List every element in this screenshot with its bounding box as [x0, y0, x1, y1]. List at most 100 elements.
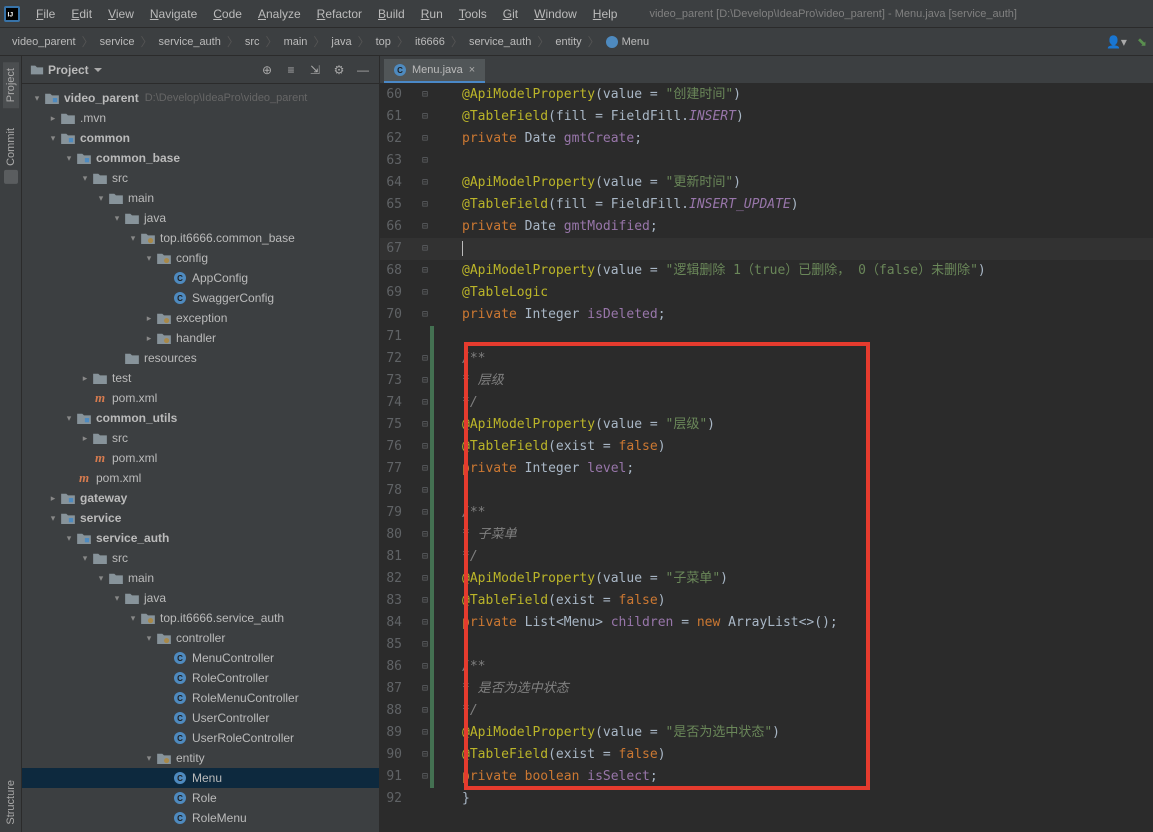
- tree-src[interactable]: ▸src: [22, 428, 379, 448]
- code-line[interactable]: 85⊟: [380, 634, 1153, 656]
- tree-main[interactable]: ▾main: [22, 568, 379, 588]
- tree-common_utils[interactable]: ▾common_utils: [22, 408, 379, 428]
- menu-run[interactable]: Run: [413, 3, 451, 25]
- tree-pom.xml[interactable]: mpom.xml: [22, 468, 379, 488]
- menu-help[interactable]: Help: [585, 3, 626, 25]
- code-line[interactable]: 86⊟ /**: [380, 656, 1153, 678]
- menu-window[interactable]: Window: [526, 3, 585, 25]
- tree-arrow[interactable]: ▾: [62, 533, 76, 544]
- expand-all-icon[interactable]: ≡: [283, 62, 299, 78]
- tree-arrow[interactable]: ▸: [46, 493, 60, 504]
- tree-top.it6666.common_base[interactable]: ▾top.it6666.common_base: [22, 228, 379, 248]
- hide-icon[interactable]: —: [355, 62, 371, 78]
- tree-arrow[interactable]: ▾: [46, 513, 60, 524]
- code-line[interactable]: 91⊟ private boolean isSelect;: [380, 766, 1153, 788]
- close-icon[interactable]: ×: [469, 64, 475, 76]
- tree-arrow[interactable]: ▸: [142, 313, 156, 324]
- code-line[interactable]: 76⊟ @TableField(exist = false): [380, 436, 1153, 458]
- rail-tab-structure[interactable]: Structure: [5, 780, 17, 825]
- tree-SwaggerConfig[interactable]: CSwaggerConfig: [22, 288, 379, 308]
- tree-arrow[interactable]: ▾: [110, 213, 124, 224]
- crumb-src[interactable]: src: [239, 36, 266, 48]
- code-line[interactable]: 67⊟: [380, 238, 1153, 260]
- tree-handler[interactable]: ▸handler: [22, 328, 379, 348]
- code-line[interactable]: 79⊟ /**: [380, 502, 1153, 524]
- tree-arrow[interactable]: ▾: [142, 753, 156, 764]
- menu-build[interactable]: Build: [370, 3, 413, 25]
- code-line[interactable]: 87⊟ * 是否为选中状态: [380, 678, 1153, 700]
- code-line[interactable]: 77⊟ private Integer level;: [380, 458, 1153, 480]
- menu-git[interactable]: Git: [495, 3, 526, 25]
- tree-top.it6666.service_auth[interactable]: ▾top.it6666.service_auth: [22, 608, 379, 628]
- tab-menu-java[interactable]: C Menu.java ×: [384, 59, 485, 83]
- code-line[interactable]: 73⊟ * 层级: [380, 370, 1153, 392]
- code-line[interactable]: 83⊟ @TableField(exist = false): [380, 590, 1153, 612]
- tree-UserRoleController[interactable]: CUserRoleController: [22, 728, 379, 748]
- code-line[interactable]: 90⊟ @TableField(exist = false): [380, 744, 1153, 766]
- crumb-it6666[interactable]: it6666: [409, 36, 451, 48]
- code-line[interactable]: 78⊟: [380, 480, 1153, 502]
- tree-RoleController[interactable]: CRoleController: [22, 668, 379, 688]
- tree-arrow[interactable]: ▾: [142, 633, 156, 644]
- tree-arrow[interactable]: ▾: [110, 593, 124, 604]
- code-line[interactable]: 61⊟ @TableField(fill = FieldFill.INSERT): [380, 106, 1153, 128]
- code-line[interactable]: 63⊟: [380, 150, 1153, 172]
- crumb-java[interactable]: java: [325, 36, 357, 48]
- tree-AppConfig[interactable]: CAppConfig: [22, 268, 379, 288]
- tree-video_parent[interactable]: ▾video_parentD:\Develop\IdeaPro\video_pa…: [22, 88, 379, 108]
- crumb-service_auth[interactable]: service_auth: [463, 36, 537, 48]
- tree-arrow[interactable]: ▾: [94, 193, 108, 204]
- tree-arrow[interactable]: ▸: [142, 333, 156, 344]
- crumb-video_parent[interactable]: video_parent: [6, 36, 82, 48]
- tree-arrow[interactable]: ▾: [126, 233, 140, 244]
- tree-RoleMenuController[interactable]: CRoleMenuController: [22, 688, 379, 708]
- code-line[interactable]: 92 }: [380, 788, 1153, 810]
- tree-.mvn[interactable]: ▸.mvn: [22, 108, 379, 128]
- build-icon[interactable]: ⬊: [1137, 35, 1147, 49]
- code-line[interactable]: 60⊟ @ApiModelProperty(value = "创建时间"): [380, 84, 1153, 106]
- tree-MenuController[interactable]: CMenuController: [22, 648, 379, 668]
- tree-pom.xml[interactable]: mpom.xml: [22, 448, 379, 468]
- code-line[interactable]: 66⊟ private Date gmtModified;: [380, 216, 1153, 238]
- code-line[interactable]: 69⊟ @TableLogic: [380, 282, 1153, 304]
- user-icon[interactable]: 👤▾: [1106, 35, 1127, 49]
- tree-arrow[interactable]: ▾: [62, 153, 76, 164]
- menu-tools[interactable]: Tools: [451, 3, 495, 25]
- crumb-entity[interactable]: entity: [549, 36, 587, 48]
- view-dropdown[interactable]: [93, 65, 103, 75]
- tree-RoleMenu[interactable]: CRoleMenu: [22, 808, 379, 828]
- code-line[interactable]: 84⊟ private List<Menu> children = new Ar…: [380, 612, 1153, 634]
- code-line[interactable]: 65⊟ @TableField(fill = FieldFill.INSERT_…: [380, 194, 1153, 216]
- menu-refactor[interactable]: Refactor: [309, 3, 370, 25]
- tree-src[interactable]: ▾src: [22, 168, 379, 188]
- tree-exception[interactable]: ▸exception: [22, 308, 379, 328]
- crumb-service_auth[interactable]: service_auth: [152, 36, 226, 48]
- project-tree[interactable]: ▾video_parentD:\Develop\IdeaPro\video_pa…: [22, 84, 379, 832]
- tree-pom.xml[interactable]: mpom.xml: [22, 388, 379, 408]
- tree-entity[interactable]: ▾entity: [22, 748, 379, 768]
- tree-main[interactable]: ▾main: [22, 188, 379, 208]
- menu-analyze[interactable]: Analyze: [250, 3, 309, 25]
- tree-config[interactable]: ▾config: [22, 248, 379, 268]
- code-line[interactable]: 70⊟ private Integer isDeleted;: [380, 304, 1153, 326]
- tree-arrow[interactable]: ▸: [78, 373, 92, 384]
- code-line[interactable]: 72⊟ /**: [380, 348, 1153, 370]
- tree-service_auth[interactable]: ▾service_auth: [22, 528, 379, 548]
- crumb-Menu[interactable]: Menu: [600, 36, 656, 48]
- tree-resources[interactable]: resources: [22, 348, 379, 368]
- tree-arrow[interactable]: ▾: [30, 93, 44, 104]
- rail-tab-commit[interactable]: Commit: [4, 128, 18, 184]
- code-line[interactable]: 80⊟ * 子菜单: [380, 524, 1153, 546]
- crumb-main[interactable]: main: [278, 36, 314, 48]
- code-line[interactable]: 64⊟ @ApiModelProperty(value = "更新时间"): [380, 172, 1153, 194]
- code-line[interactable]: 74⊟ */: [380, 392, 1153, 414]
- crumb-service[interactable]: service: [94, 36, 141, 48]
- code-editor[interactable]: 60⊟ @ApiModelProperty(value = "创建时间")61⊟…: [380, 84, 1153, 832]
- tree-java[interactable]: ▾java: [22, 208, 379, 228]
- settings-icon[interactable]: ⚙: [331, 62, 347, 78]
- code-line[interactable]: 81⊟ */: [380, 546, 1153, 568]
- menu-file[interactable]: File: [28, 3, 63, 25]
- tree-test[interactable]: ▸test: [22, 368, 379, 388]
- tree-Role[interactable]: CRole: [22, 788, 379, 808]
- tree-arrow[interactable]: ▾: [94, 573, 108, 584]
